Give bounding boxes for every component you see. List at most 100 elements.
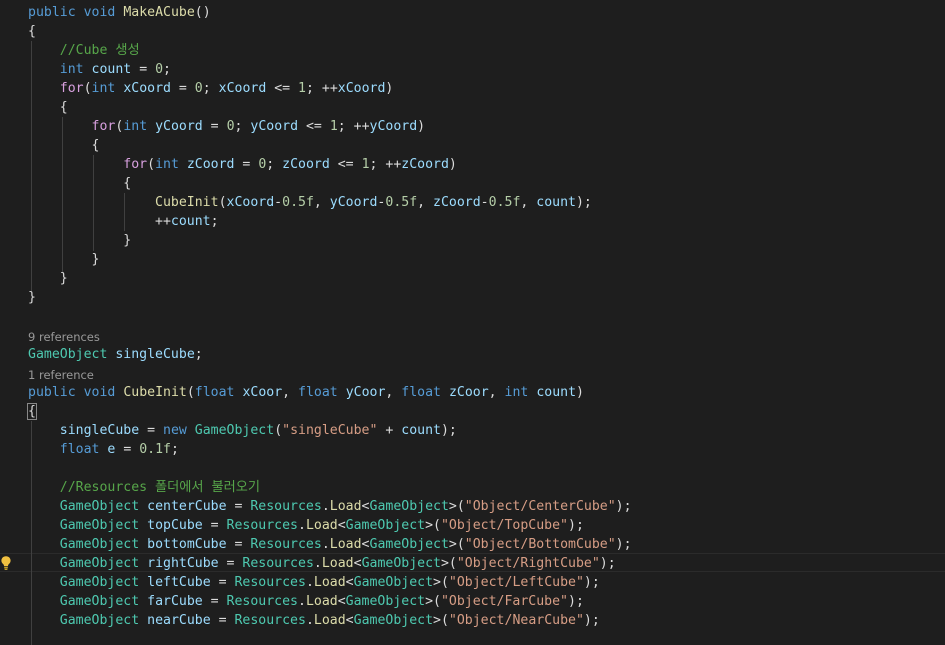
code-token: singleCube xyxy=(59,423,140,438)
code-line[interactable]: } xyxy=(28,288,36,307)
code-line[interactable]: GameObject singleCube; xyxy=(28,345,203,364)
code-token: ) xyxy=(576,385,584,400)
code-token: Load xyxy=(305,518,338,533)
code-line[interactable]: GameObject centerCube = Resources.Load<G… xyxy=(28,497,632,516)
code-token: int xyxy=(123,119,148,134)
code-line[interactable]: ++count; xyxy=(28,212,219,231)
code-line[interactable]: CubeInit(xCoord-0.5f, yCoord-0.5f, zCoor… xyxy=(28,193,592,212)
code-line[interactable]: } xyxy=(28,250,100,269)
code-token: { xyxy=(28,138,100,153)
code-token: >( xyxy=(448,537,465,552)
code-line[interactable]: GameObject farCube = Resources.Load<Game… xyxy=(28,592,584,611)
code-line[interactable]: { xyxy=(27,402,37,421)
code-token: < xyxy=(345,575,354,590)
code-line[interactable]: float e = 0.1f; xyxy=(28,440,179,459)
code-token: GameObject xyxy=(59,518,140,533)
code-line[interactable]: { xyxy=(28,136,100,155)
code-line[interactable]: } xyxy=(28,231,131,250)
code-line[interactable]: int count = 0; xyxy=(28,60,171,79)
code-token: "Object/LeftCube" xyxy=(448,575,584,590)
code-token: - xyxy=(274,195,283,210)
code-token: , xyxy=(488,385,505,400)
code-token: int xyxy=(59,62,84,77)
code-token: zCoord xyxy=(186,157,235,172)
code-token: ; ++ xyxy=(337,119,370,134)
code-token: ); xyxy=(583,613,600,628)
code-token: >( xyxy=(425,594,441,609)
code-token: ); xyxy=(568,594,584,609)
code-line[interactable]: GameObject rightCube = Resources.Load<Ga… xyxy=(28,554,616,573)
code-line[interactable]: { xyxy=(28,22,36,41)
code-token: yCoord xyxy=(155,119,203,134)
code-token: GameObject xyxy=(353,613,434,628)
code-line[interactable]: GameObject bottomCube = Resources.Load<G… xyxy=(28,535,632,554)
code-line[interactable]: public void MakeACube() xyxy=(28,3,211,22)
code-line[interactable]: GameObject leftCube = Resources.Load<Gam… xyxy=(28,573,600,592)
code-token: int xyxy=(504,385,529,400)
code-token: void xyxy=(83,5,116,20)
code-token: GameObject xyxy=(59,594,140,609)
code-line[interactable]: { xyxy=(28,98,68,117)
code-token: int xyxy=(91,81,116,96)
code-token: Resources xyxy=(242,556,314,571)
code-token: } xyxy=(28,252,100,267)
code-token: GameObject xyxy=(345,594,426,609)
code-line[interactable]: { xyxy=(28,174,131,193)
code-token: GameObject xyxy=(59,537,140,552)
code-token: GameObject xyxy=(59,499,140,514)
code-token: "Object/CenterCube" xyxy=(464,499,616,514)
code-token: float xyxy=(59,442,100,457)
codelens-references[interactable]: 1 reference xyxy=(28,367,94,383)
code-line[interactable]: //Resources 폴더에서 불러오기 xyxy=(28,478,260,497)
code-token: Load xyxy=(329,499,362,514)
code-token: = xyxy=(202,594,227,609)
code-token: ) xyxy=(385,81,394,96)
code-line[interactable]: singleCube = new GameObject("singleCube"… xyxy=(28,421,457,440)
code-token: float xyxy=(194,385,235,400)
code-token: yCoord xyxy=(369,119,418,134)
code-token: <= xyxy=(298,119,330,134)
codelens-references[interactable]: 9 references xyxy=(28,329,100,345)
code-line[interactable]: for(int zCoord = 0; zCoord <= 1; ++zCoor… xyxy=(28,155,457,174)
code-token: zCoor xyxy=(448,385,489,400)
code-token: ; xyxy=(202,81,219,96)
code-token: ; xyxy=(234,119,251,134)
code-token: } xyxy=(28,233,132,248)
code-line[interactable]: GameObject nearCube = Resources.Load<Gam… xyxy=(28,611,600,630)
code-token: xCoord xyxy=(123,81,171,96)
code-token: rightCube xyxy=(147,556,219,571)
code-token: >( xyxy=(440,556,457,571)
code-token: GameObject xyxy=(59,575,140,590)
code-token: "singleCube" xyxy=(282,423,378,438)
code-line[interactable]: } xyxy=(28,269,68,288)
code-token: = xyxy=(139,423,163,438)
code-token: nearCube xyxy=(147,613,211,628)
code-line[interactable]: for(int yCoord = 0; yCoord <= 1; ++yCoor… xyxy=(28,117,426,136)
code-token: xCoord xyxy=(218,81,267,96)
code-line[interactable]: public void CubeInit(float xCoor, float … xyxy=(28,383,584,402)
code-token: float xyxy=(298,385,338,400)
code-line[interactable]: for(int xCoord = 0; xCoord <= 1; ++xCoor… xyxy=(28,79,394,98)
code-token: new xyxy=(163,423,187,438)
code-line[interactable]: GameObject topCube = Resources.Load<Game… xyxy=(28,516,584,535)
code-token: Load xyxy=(321,556,354,571)
code-token: - xyxy=(480,195,489,210)
code-token: Resources xyxy=(250,499,322,514)
code-token: ; xyxy=(163,62,171,77)
code-token: GameObject xyxy=(369,499,449,514)
lightbulb-icon[interactable] xyxy=(0,555,12,571)
code-token: xCoord xyxy=(226,195,275,210)
code-token: < xyxy=(361,499,370,514)
code-token: GameObject xyxy=(361,556,441,571)
code-editor[interactable]: public void MakeACube(){ //Cube 생성 int c… xyxy=(0,0,945,645)
code-token: } xyxy=(28,271,68,286)
code-line[interactable]: //Cube 생성 xyxy=(28,41,140,60)
code-token: >( xyxy=(448,499,465,514)
code-token: ( xyxy=(147,157,156,172)
